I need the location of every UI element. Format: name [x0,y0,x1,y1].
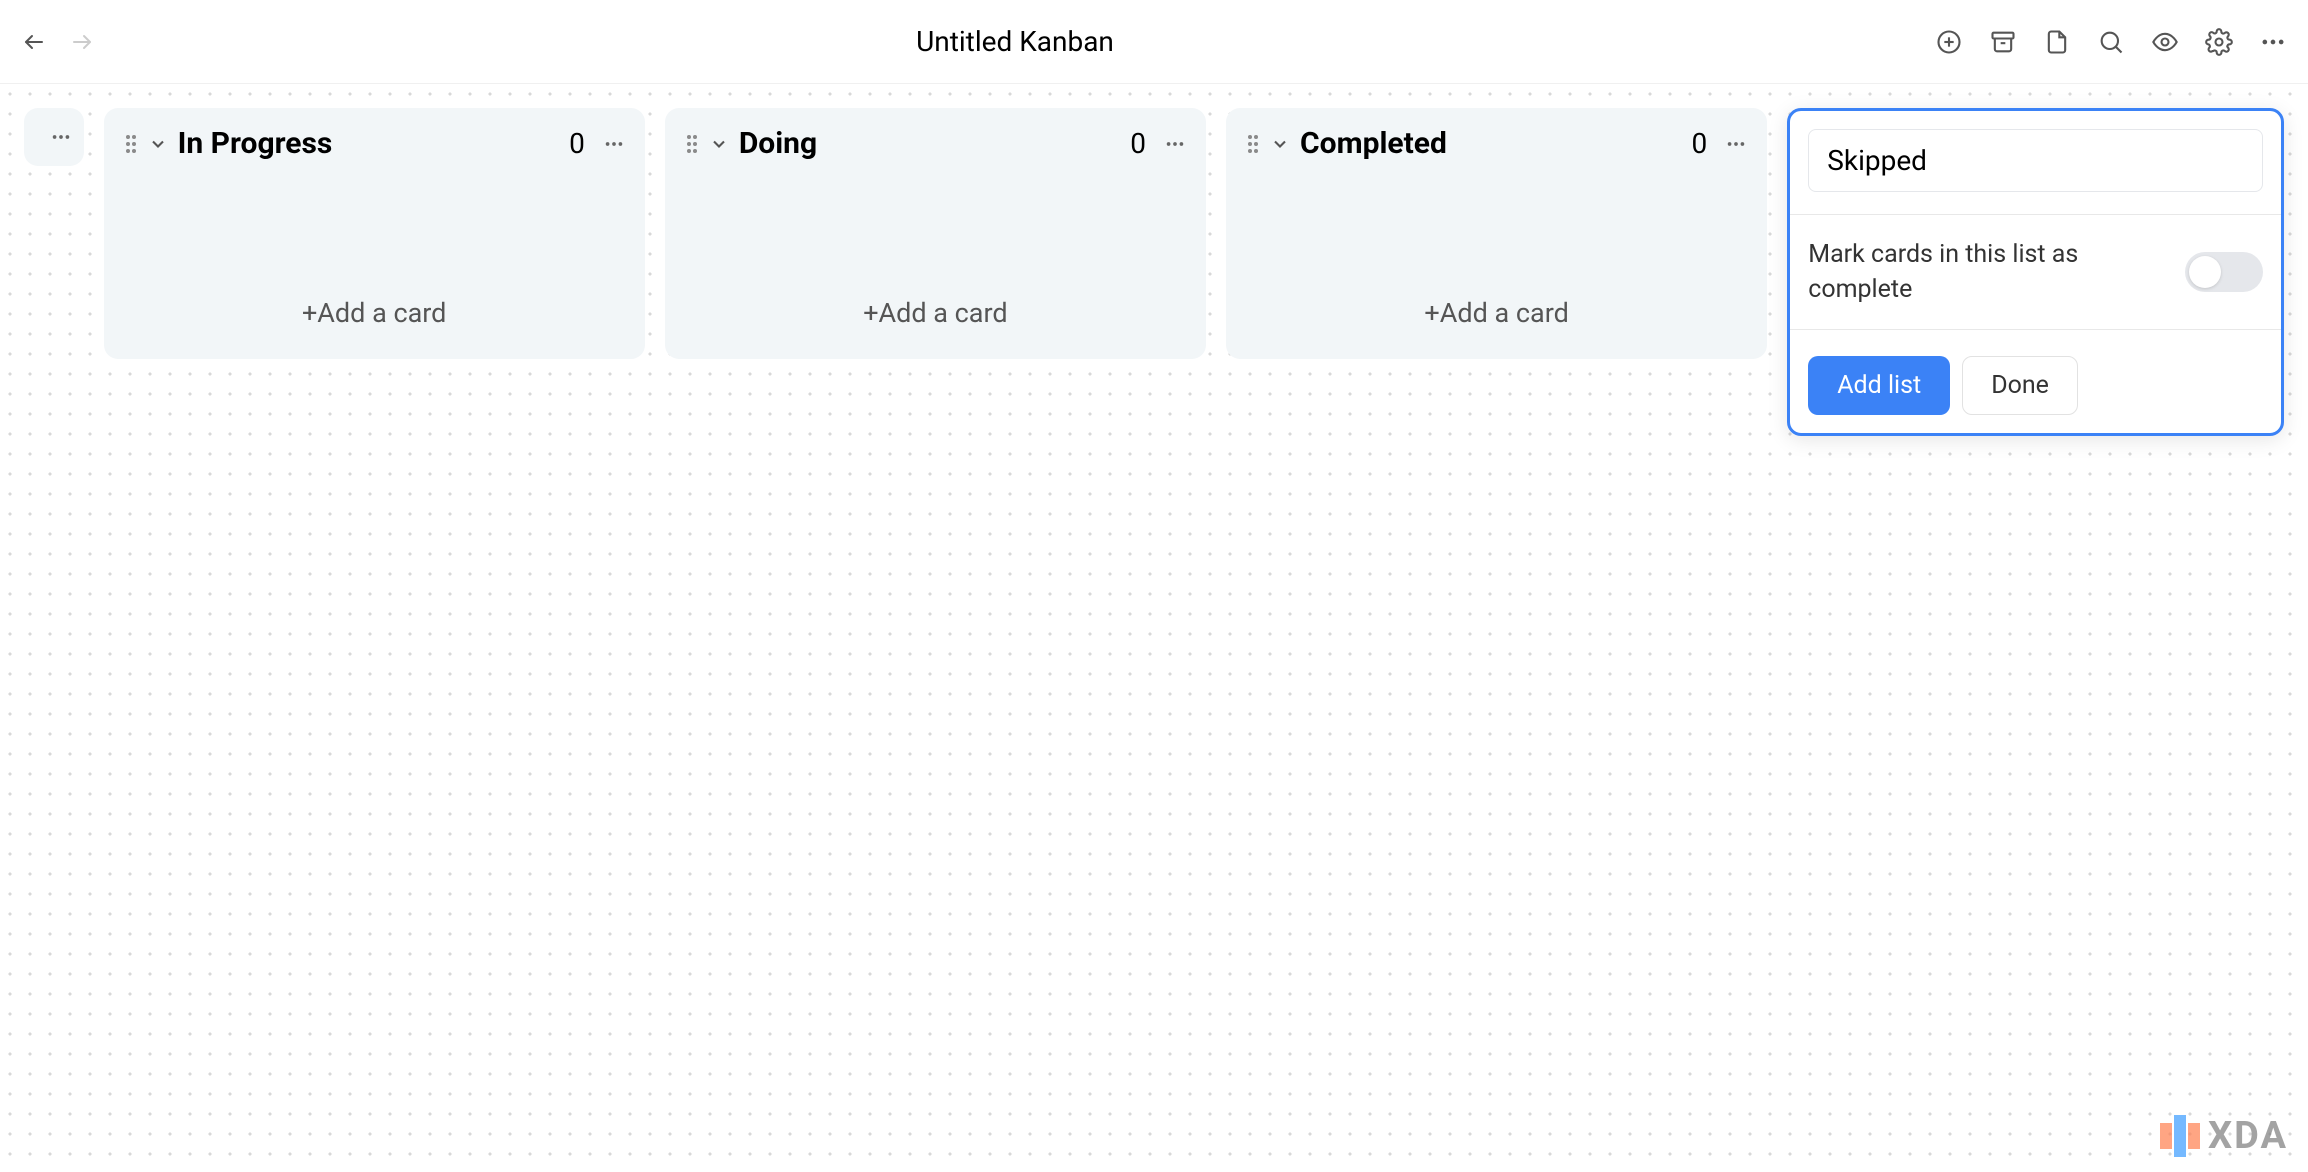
chevron-down-icon [1270,134,1290,154]
document-icon [2043,28,2071,56]
gear-icon [2205,28,2233,56]
more-horizontal-icon [2259,28,2287,56]
archive-icon [1989,28,2017,56]
drag-handle-icon[interactable] [124,133,138,155]
list-menu-button[interactable] [1164,133,1186,155]
page-title[interactable]: Untitled Kanban [96,25,1934,58]
more-horizontal-icon [1164,133,1186,155]
chevron-down-icon [148,134,168,154]
search-button[interactable] [2096,27,2126,57]
archive-button[interactable] [1988,27,2018,57]
list-title[interactable]: In Progress [178,126,559,161]
list-header: Completed 0 [1246,126,1747,161]
list-in-progress: In Progress 0 +Add a card [104,108,645,359]
new-list-name-input[interactable] [1808,129,2263,192]
more-button[interactable] [2258,27,2288,57]
mark-complete-toggle[interactable] [2185,252,2263,292]
kanban-board: In Progress 0 +Add a card Doing 0 +Add a… [0,84,2308,1172]
collapse-button[interactable] [1270,134,1290,154]
card-count: 0 [569,127,585,160]
settings-button[interactable] [2204,27,2234,57]
done-button[interactable]: Done [1962,356,2078,415]
watermark: XDA [2160,1114,2288,1158]
toggle-knob [2189,256,2221,288]
collapse-button[interactable] [148,134,168,154]
mark-complete-row: Mark cards in this list as complete [1808,215,2263,329]
list-menu-button[interactable] [1725,133,1747,155]
collapse-button[interactable] [709,134,729,154]
more-horizontal-icon [603,133,625,155]
forward-button[interactable] [68,28,96,56]
add-button[interactable] [1934,27,1964,57]
nav-buttons [20,28,96,56]
add-card-button[interactable]: +Add a card [1246,291,1747,335]
document-button[interactable] [2042,27,2072,57]
add-card-button[interactable]: +Add a card [124,291,625,335]
list-header: Doing 0 [685,126,1186,161]
drag-handle-icon[interactable] [685,133,699,155]
back-button[interactable] [20,28,48,56]
add-list-button[interactable]: Add list [1808,356,1950,415]
list-header: In Progress 0 [124,126,625,161]
mark-complete-label: Mark cards in this list as complete [1808,237,2165,307]
list-doing: Doing 0 +Add a card [665,108,1206,359]
plus-circle-icon [1935,28,1963,56]
list-menu-button[interactable] [50,126,72,148]
panel-buttons: Add list Done [1808,348,2263,415]
view-button[interactable] [2150,27,2180,57]
add-card-button[interactable]: +Add a card [685,291,1186,335]
divider [1790,329,2281,330]
list-title[interactable]: Completed [1300,126,1681,161]
xda-logo-icon [2160,1115,2202,1157]
list-partial-left [24,108,84,166]
list-menu-button[interactable] [603,133,625,155]
more-horizontal-icon [50,126,72,148]
watermark-text: XDA [2208,1114,2288,1158]
arrow-right-icon [70,30,94,54]
card-count: 0 [1692,127,1708,160]
list-completed: Completed 0 +Add a card [1226,108,1767,359]
eye-icon [2151,28,2179,56]
arrow-left-icon [22,30,46,54]
card-count: 0 [1130,127,1146,160]
drag-handle-icon[interactable] [1246,133,1260,155]
search-icon [2097,28,2125,56]
toolbar: Untitled Kanban [0,0,2308,84]
chevron-down-icon [709,134,729,154]
toolbar-actions [1934,27,2288,57]
list-title[interactable]: Doing [739,126,1120,161]
new-list-panel: Mark cards in this list as complete Add … [1787,108,2284,436]
more-horizontal-icon [1725,133,1747,155]
